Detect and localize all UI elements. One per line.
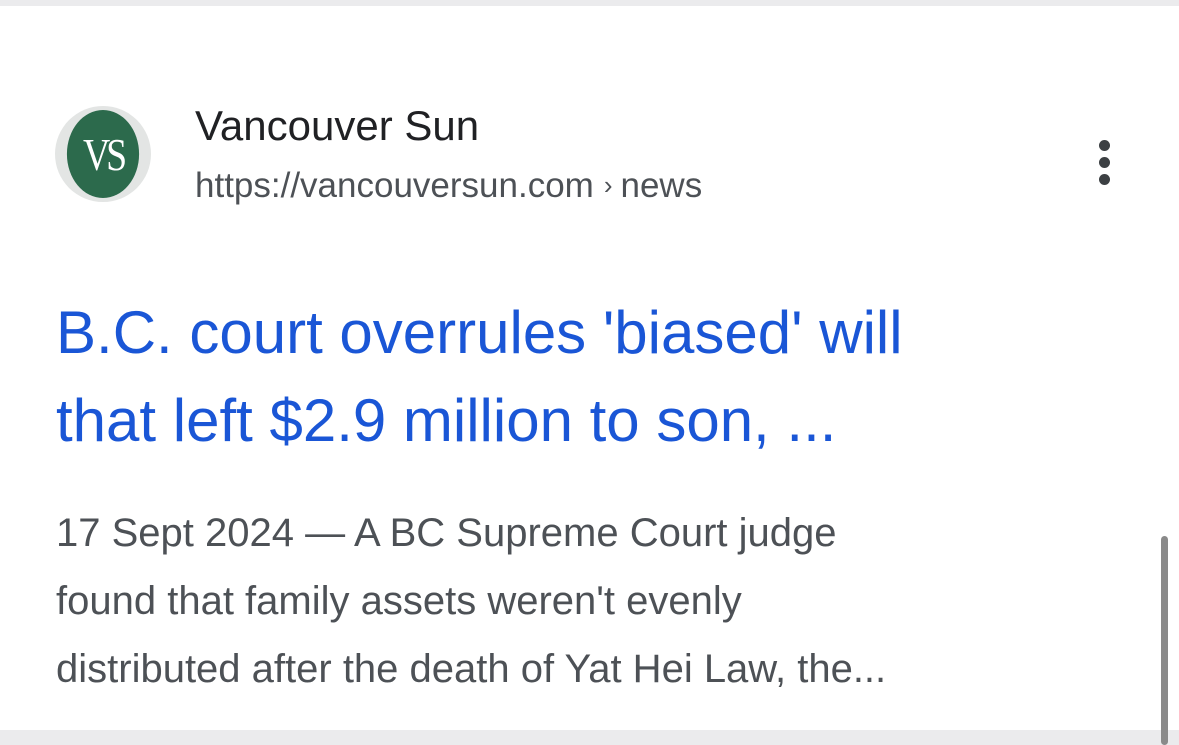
more-options-button[interactable] bbox=[1080, 134, 1128, 190]
more-vert-icon bbox=[1098, 173, 1110, 185]
favicon-logo: VS bbox=[66, 110, 140, 198]
breadcrumb-path: news bbox=[620, 166, 703, 205]
site-name[interactable]: Vancouver Sun bbox=[195, 102, 479, 150]
breadcrumb-separator: › bbox=[603, 170, 613, 200]
more-vert-icon bbox=[1098, 139, 1110, 151]
more-vert-icon bbox=[1098, 156, 1110, 168]
search-result-card: VS Vancouver Sun https://vancouversun.co… bbox=[0, 6, 1179, 730]
site-url-breadcrumb[interactable]: https://vancouversun.com › news bbox=[195, 166, 702, 206]
result-title-link[interactable]: B.C. court overrules 'biased' will that … bbox=[56, 289, 1116, 465]
result-snippet: 17 Sept 2024 — A BC Supreme Court judge … bbox=[56, 511, 887, 691]
scrollbar-thumb[interactable] bbox=[1161, 536, 1168, 745]
site-favicon[interactable]: VS bbox=[55, 106, 151, 202]
site-url: https://vancouversun.com bbox=[195, 166, 594, 205]
